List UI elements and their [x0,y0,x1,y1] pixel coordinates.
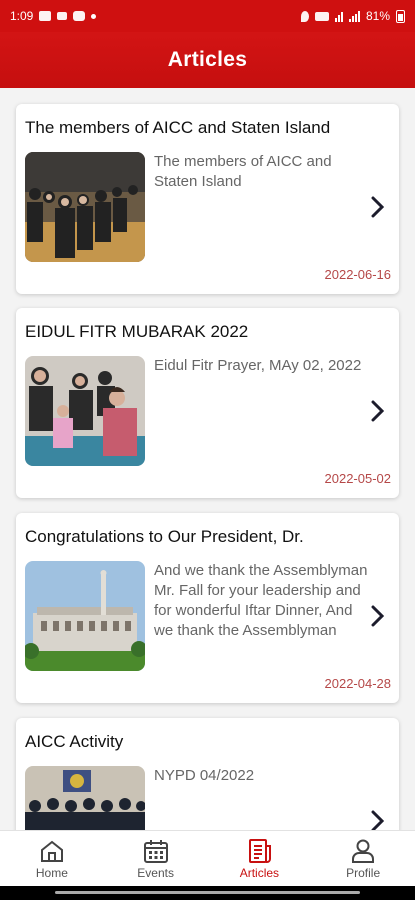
article-excerpt: Eidul Fitr Prayer, MAy 02, 2022 [154,357,362,374]
system-navigation-bar [0,886,415,900]
hd-icon [314,11,329,21]
home-icon [40,840,63,862]
chevron-right-icon[interactable] [369,398,387,424]
page-title: Articles [167,48,248,71]
app-bar: Articles [0,32,415,88]
location-icon [300,10,309,22]
article-date: 2022-05-02 [324,471,392,486]
article-thumbnail [25,152,145,262]
chevron-right-icon[interactable] [369,194,387,220]
message-notification-icon [73,11,86,21]
article-excerpt: The members of AICC and Staten Island [154,153,332,190]
articles-icon [249,838,272,863]
nav-home-label: Home [35,865,68,880]
home-indicator[interactable] [55,891,360,894]
article-title: The members of AICC and Staten Island [25,118,331,137]
nav-profile[interactable]: Profile [311,831,415,886]
nav-profile-label: Profile [346,865,381,880]
nav-articles-label: Articles [239,865,280,880]
article-excerpt: And we thank the Assemblyman Mr. Fall fo… [154,562,368,639]
article-date: 2022-06-16 [324,267,392,282]
status-bar: 1:09 81% [0,0,415,32]
article-excerpt: NYPD 04/2022 [154,767,255,784]
nav-events-label: Events [137,865,174,880]
bottom-navigation: Home Events Articles Profile [0,830,415,886]
article-thumbnail [25,561,145,671]
chevron-right-icon[interactable] [369,808,387,830]
article-card[interactable]: The members of AICC and Staten Island Th… [16,104,399,294]
calendar-icon [143,839,168,863]
nav-events[interactable]: Events [104,831,208,886]
article-title: Congratulations to Our President, Dr. [25,527,304,546]
article-thumbnail [25,766,145,830]
status-time: 1:09 [10,9,34,23]
article-card[interactable]: EIDUL FITR MUBARAK 2022 Eidul Fitr Praye… [16,308,399,498]
article-card[interactable]: AICC Activity NYPD 04/2022 [16,718,399,830]
gallery-notification-icon [39,11,52,21]
missed-call-icon [57,12,68,20]
chevron-right-icon[interactable] [369,603,387,629]
notification-dot-icon [91,13,97,19]
articles-list[interactable]: The members of AICC and Staten Island Th… [0,88,415,830]
article-title: EIDUL FITR MUBARAK 2022 [25,322,249,341]
article-title: AICC Activity [25,732,124,751]
battery-icon [396,9,405,23]
article-date: 2022-04-28 [324,676,392,691]
cell-signal-icon [348,10,360,22]
article-card[interactable]: Congratulations to Our President, Dr. An… [16,513,399,703]
article-thumbnail [25,356,145,466]
nav-articles[interactable]: Articles [208,831,312,886]
nav-home[interactable]: Home [0,831,104,886]
profile-icon [352,839,375,863]
battery-percent: 81% [365,9,390,23]
wifi-signal-icon [334,11,343,22]
